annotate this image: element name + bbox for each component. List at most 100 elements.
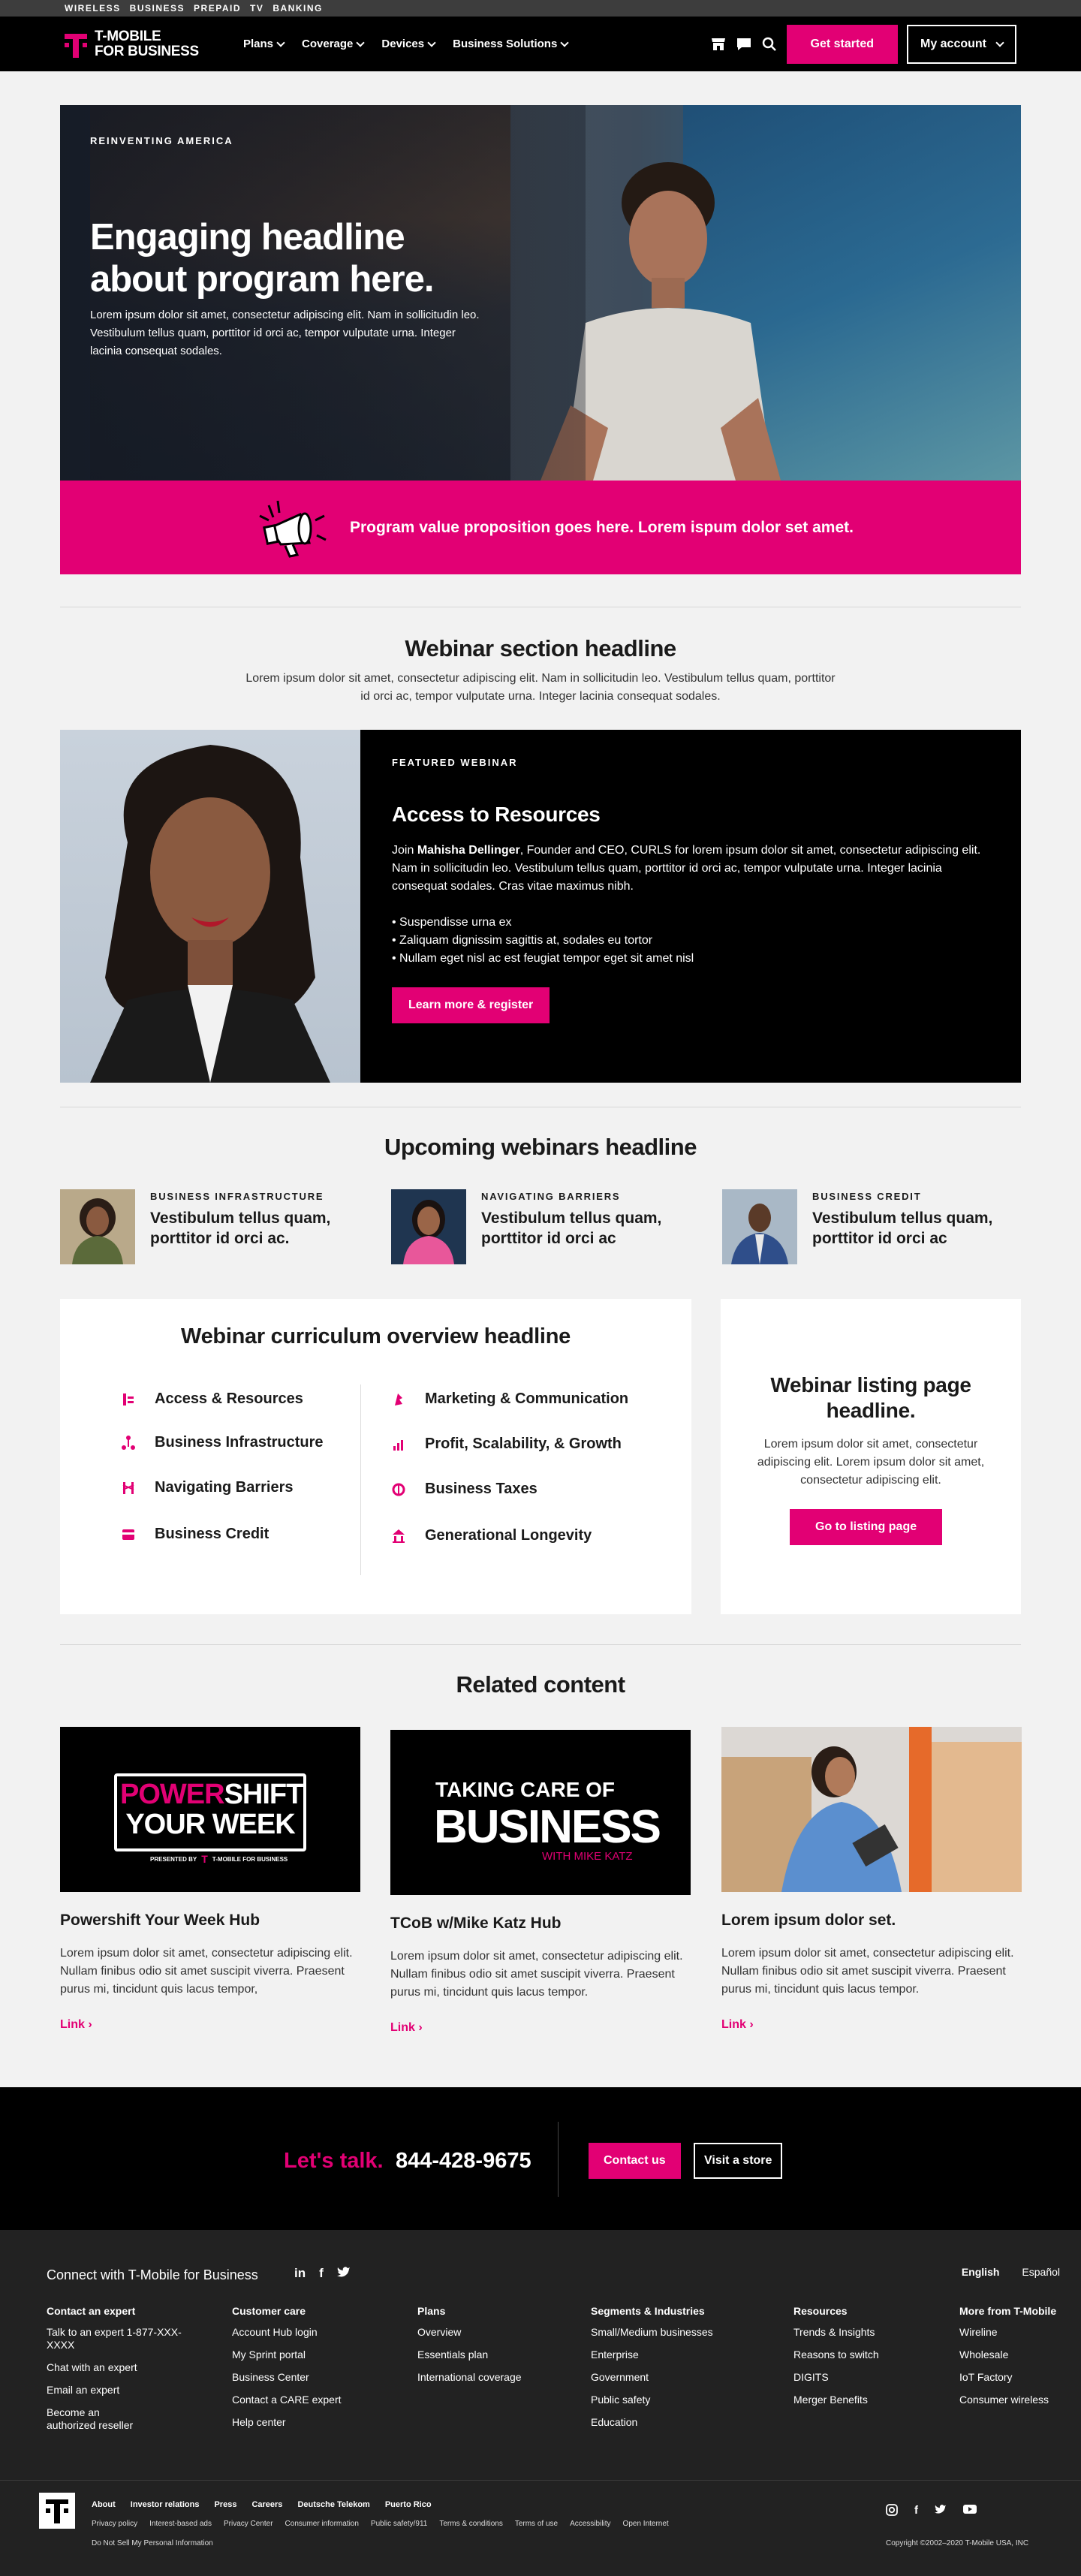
utility-link-tv[interactable]: TV <box>250 3 263 14</box>
nav-item-plans[interactable]: Plans <box>243 38 285 50</box>
footer-legal-link[interactable]: Investor relations <box>131 2500 200 2509</box>
divider <box>60 1644 1021 1645</box>
brand-logo[interactable]: T-MOBILE FOR BUSINESS <box>65 29 228 59</box>
footer-link[interactable]: Public safety <box>591 2394 713 2406</box>
footer-link[interactable]: Business Center <box>232 2371 342 2384</box>
footer-legal-link[interactable]: Terms of use <box>515 2520 558 2528</box>
related-link[interactable]: Link › <box>390 2021 691 2035</box>
get-started-button[interactable]: Get started <box>786 25 898 64</box>
chat-icon[interactable] <box>736 36 752 53</box>
utility-link-prepaid[interactable]: PREPAID <box>194 3 241 14</box>
linkedin-icon[interactable]: in <box>294 2266 306 2282</box>
footer-legal-link[interactable]: Puerto Rico <box>385 2500 432 2509</box>
footer-link[interactable]: Overview <box>417 2326 522 2339</box>
footer-t-logo-icon[interactable] <box>39 2493 75 2529</box>
upcoming-webinar-item[interactable]: BUSINESS CREDIT Vestibulum tellus quam, p… <box>722 1189 1022 1264</box>
footer-link[interactable]: Wireline <box>959 2326 1056 2339</box>
upcoming-webinar-item[interactable]: BUSINESS INFRASTRUCTURE Vestibulum tellus… <box>60 1189 360 1264</box>
footer-legal-link[interactable]: About <box>92 2500 116 2509</box>
store-icon[interactable] <box>710 36 727 53</box>
facebook-icon[interactable]: f <box>319 2266 324 2282</box>
footer-legal-link[interactable]: Privacy Center <box>224 2520 273 2528</box>
footer-link[interactable]: Education <box>591 2416 713 2429</box>
footer-link[interactable]: Consumer wireless <box>959 2394 1056 2406</box>
footer-link[interactable]: Essentials plan <box>417 2349 522 2361</box>
footer-link[interactable]: Trends & Insights <box>793 2326 879 2339</box>
footer-link[interactable]: Help center <box>232 2416 342 2429</box>
nav-item-devices[interactable]: Devices <box>381 38 436 50</box>
footer-link[interactable]: Government <box>591 2371 713 2384</box>
language-switch: English Español <box>962 2266 1060 2278</box>
learn-more-register-button[interactable]: Learn more & register <box>392 987 550 1023</box>
list-item: • Suspendisse urna ex <box>392 916 512 929</box>
curriculum-card: Webinar curriculum overview headline Acc… <box>60 1299 691 1614</box>
listing-card: Webinar listing page headline. Lorem ips… <box>721 1299 1021 1614</box>
divider <box>558 2122 559 2197</box>
curriculum-item[interactable]: Navigating Barriers <box>120 1479 294 1496</box>
footer-link[interactable]: Account Hub login <box>232 2326 342 2339</box>
utility-link-business[interactable]: BUSINESS <box>130 3 185 14</box>
related-link[interactable]: Link › <box>60 2018 360 2032</box>
go-to-listing-button[interactable]: Go to listing page <box>790 1509 943 1545</box>
facebook-icon[interactable]: f <box>914 2504 918 2520</box>
footer-link[interactable]: Chat with an expert <box>47 2361 197 2374</box>
footer-link[interactable]: Enterprise <box>591 2349 713 2361</box>
utility-link-banking[interactable]: BANKING <box>273 3 323 14</box>
curriculum-item[interactable]: Marketing & Communication <box>390 1390 628 1408</box>
footer-link[interactable]: DIGITS <box>793 2371 879 2384</box>
footer-legal-link[interactable]: Terms & conditions <box>439 2520 502 2528</box>
footer-link[interactable]: Email an expert <box>47 2384 197 2397</box>
footer-link[interactable]: International coverage <box>417 2371 522 2384</box>
youtube-icon[interactable] <box>963 2504 977 2520</box>
utility-link-wireless[interactable]: WIRELESS <box>65 3 121 14</box>
curriculum-item[interactable]: Business Taxes <box>390 1481 537 1498</box>
featured-webinar-card: FEATURED WEBINAR Access to Resources Joi… <box>60 730 1021 1083</box>
footer-link[interactable]: Merger Benefits <box>793 2394 879 2406</box>
language-espanol[interactable]: Español <box>1022 2266 1060 2278</box>
nav-item-coverage[interactable]: Coverage <box>302 38 366 50</box>
footer-link[interactable]: Small/Medium businesses <box>591 2326 713 2339</box>
footer-legal-link[interactable]: Interest-based ads <box>149 2520 212 2528</box>
footer-link[interactable]: Wholesale <box>959 2349 1056 2361</box>
footer-legal-link[interactable]: Accessibility <box>570 2520 610 2528</box>
contact-us-button[interactable]: Contact us <box>589 2143 681 2179</box>
do-not-sell-link[interactable]: Do Not Sell My Personal Information <box>92 2539 213 2547</box>
twitter-icon[interactable] <box>935 2504 947 2520</box>
search-icon[interactable] <box>761 36 778 53</box>
phone-number[interactable]: 844-428-9675 <box>396 2149 531 2174</box>
footer-link[interactable]: Contact a CARE expert <box>232 2394 342 2406</box>
twitter-icon[interactable] <box>336 2266 351 2282</box>
curriculum-item[interactable]: Access & Resources <box>120 1390 303 1408</box>
upcoming-webinar-item[interactable]: NAVIGATING BARRIERS Vestibulum tellus qua… <box>391 1189 691 1264</box>
visit-store-button[interactable]: Visit a store <box>694 2143 783 2179</box>
curriculum-item[interactable]: Profit, Scalability, & Growth <box>390 1436 622 1453</box>
language-english[interactable]: English <box>962 2266 1000 2278</box>
curriculum-item[interactable]: Business Infrastructure <box>120 1434 324 1451</box>
footer-link[interactable]: Talk to an expert 1-877-XXX-XXXX <box>47 2326 197 2352</box>
footer-link[interactable]: Reasons to switch <box>793 2349 879 2361</box>
footer-link[interactable]: IoT Factory <box>959 2371 1056 2384</box>
related-card[interactable]: Lorem ipsum dolor set. Lorem ipsum dolor… <box>721 1727 1022 2032</box>
footer-legal-link[interactable]: Press <box>214 2500 236 2509</box>
curriculum-item[interactable]: Business Credit <box>120 1526 269 1543</box>
footer-legal-link[interactable]: Careers <box>251 2500 282 2509</box>
footer-legal-link[interactable]: Open Internet <box>623 2520 669 2528</box>
related-link[interactable]: Link › <box>721 2018 1022 2032</box>
footer: Connect with T-Mobile for Business in f … <box>0 2230 1081 2576</box>
tcob-image: TAKING CARE OF BUSINESS WITH MIKE KATZ <box>390 1730 691 1895</box>
curriculum-item[interactable]: Generational Longevity <box>390 1527 592 1544</box>
nav-item-business-solutions[interactable]: Business Solutions <box>453 38 569 50</box>
footer-link[interactable]: Become an authorized reseller <box>47 2406 152 2432</box>
footer-legal-link[interactable]: Public safety/911 <box>371 2520 427 2528</box>
footer-legal-link[interactable]: Privacy policy <box>92 2520 137 2528</box>
my-account-button[interactable]: My account <box>906 25 1016 64</box>
footer-legal-link[interactable]: Consumer information <box>285 2520 359 2528</box>
footer-legal-link[interactable]: Deutsche Telekom <box>297 2500 369 2509</box>
brand-line-1: T-MOBILE <box>95 28 161 44</box>
footer-link[interactable]: My Sprint portal <box>232 2349 342 2361</box>
related-card[interactable]: POWERSHIFT YOUR WEEK PRESENTED BY T T-MOBI… <box>60 1727 360 2032</box>
footer-column-heading: Resources <box>793 2305 848 2317</box>
instagram-icon[interactable] <box>886 2504 898 2520</box>
related-card[interactable]: TAKING CARE OF BUSINESS WITH MIKE KATZ T… <box>390 1730 691 2035</box>
curriculum-item-label: Business Taxes <box>425 1481 537 1497</box>
